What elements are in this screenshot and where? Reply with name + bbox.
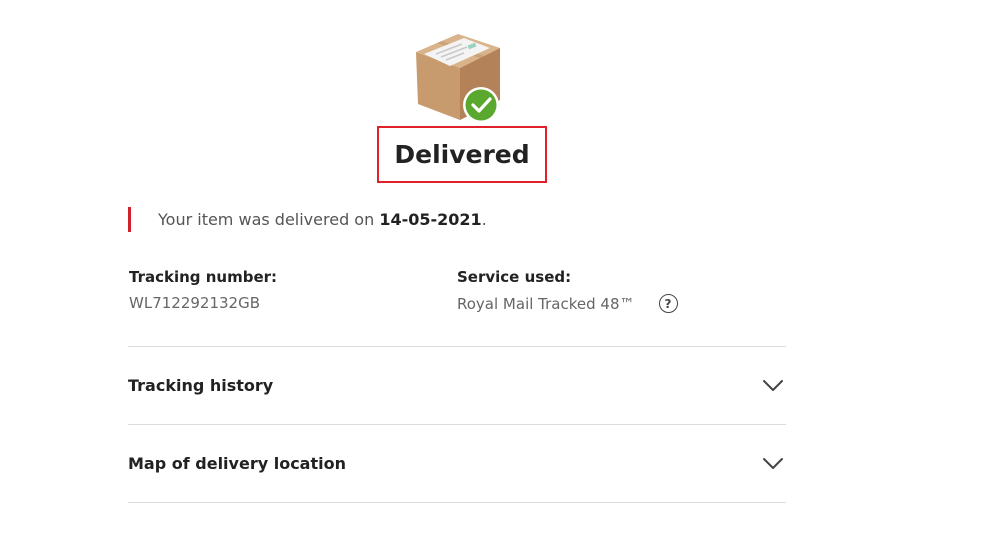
- service-used-label: Service used:: [457, 268, 572, 286]
- chevron-down-icon[interactable]: [762, 379, 784, 393]
- tracking-number-block: Tracking number: WL712292132GB: [129, 268, 277, 312]
- service-used-block: Service used: Royal Mail Tracked 48™ ?: [457, 268, 678, 313]
- help-icon[interactable]: ?: [658, 294, 678, 313]
- delivery-map-label: Map of delivery location: [128, 454, 346, 473]
- delivery-map-accordion[interactable]: Map of delivery location: [128, 425, 786, 502]
- delivery-message-prefix: Your item was delivered on: [158, 210, 380, 229]
- service-used-value: Royal Mail Tracked 48™: [457, 294, 635, 313]
- status-title: Delivered: [394, 140, 530, 169]
- tracking-page: Delivered Your item was delivered on 14-…: [0, 0, 981, 537]
- delivery-message: Your item was delivered on 14-05-2021.: [128, 207, 487, 232]
- parcel-delivered-icon: [416, 34, 500, 123]
- status-highlight-box: Delivered: [377, 126, 547, 183]
- tracking-history-label: Tracking history: [128, 376, 274, 395]
- delivery-message-suffix: .: [481, 210, 487, 229]
- tracking-number-value: WL712292132GB: [129, 294, 260, 312]
- delivery-date: 14-05-2021: [379, 210, 482, 229]
- tracking-history-accordion[interactable]: Tracking history: [128, 347, 786, 424]
- tracking-number-label: Tracking number:: [129, 268, 278, 286]
- divider: [128, 502, 786, 503]
- chevron-down-icon[interactable]: [762, 457, 784, 471]
- service-used-row: Royal Mail Tracked 48™ ?: [457, 294, 678, 313]
